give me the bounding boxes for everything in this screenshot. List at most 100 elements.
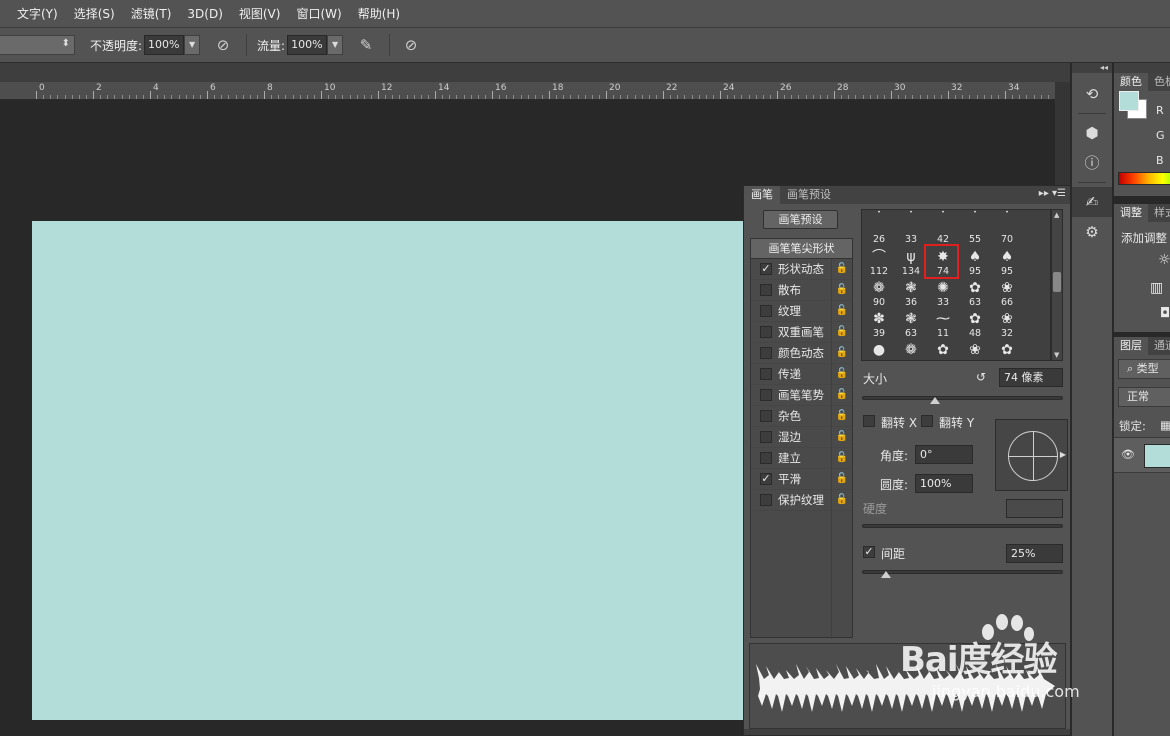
tab-brush[interactable]: 画笔: [744, 186, 780, 204]
opacity-dropdown[interactable]: ▼: [184, 35, 201, 55]
brush-setting-checkbox[interactable]: [760, 284, 772, 296]
size-slider[interactable]: [862, 396, 1063, 400]
brush-tip-cell[interactable]: ♠ 95: [959, 248, 991, 279]
menu-item[interactable]: 3D(D): [187, 7, 222, 21]
scroll-down-icon[interactable]: ▼: [1054, 351, 1059, 359]
brush-tip-cell[interactable]: •: [991, 210, 1023, 235]
menu-item[interactable]: 文字(Y): [17, 5, 58, 22]
brush-setting-checkbox[interactable]: ✓: [760, 473, 772, 485]
brush-tip-cell[interactable]: •: [863, 210, 895, 235]
brush-tip-grid[interactable]: ••••••26•33✦42✦55✦70⌒112ψ134✸74♠95♠95❁90…: [861, 209, 1051, 361]
lock-transparent-icon[interactable]: ▦: [1160, 418, 1170, 432]
scroll-up-icon[interactable]: ▲: [1054, 211, 1059, 219]
color-spectrum[interactable]: [1118, 172, 1170, 185]
menu-item[interactable]: 窗口(W): [296, 5, 341, 22]
levels-icon[interactable]: ▥: [1150, 280, 1163, 296]
tip-grid-scrollbar[interactable]: ▲ ▼: [1051, 209, 1063, 361]
reset-size-icon[interactable]: ↺: [976, 370, 986, 384]
layer-filter-search[interactable]: ⌕ 类型: [1118, 359, 1170, 379]
angle-roundness-widget[interactable]: ▶: [995, 419, 1068, 491]
brush-tip-cell[interactable]: ✿: [927, 341, 959, 360]
tab-styles[interactable]: 样式: [1148, 204, 1170, 222]
flip-x-checkbox[interactable]: [863, 415, 875, 427]
menu-item[interactable]: 帮助(H): [358, 5, 400, 22]
lock-icon[interactable]: 🔓: [836, 347, 848, 358]
lock-icon[interactable]: 🔓: [836, 473, 848, 484]
menu-item[interactable]: 视图(V): [239, 5, 281, 22]
brush-setting-row[interactable]: ✓ 形状动态 🔓: [751, 259, 852, 280]
lock-icon[interactable]: 🔓: [836, 389, 848, 400]
lock-icon[interactable]: 🔓: [836, 452, 848, 463]
brush-tip-cell[interactable]: ❃ 63: [895, 310, 927, 341]
lock-icon[interactable]: 🔓: [836, 431, 848, 442]
scroll-thumb[interactable]: [1053, 272, 1061, 292]
brush-setting-row[interactable]: ✓ 平滑 🔓: [751, 469, 852, 490]
brush-tip-cell[interactable]: ❁: [895, 341, 927, 360]
brush-tip-cell[interactable]: ❃ 36: [895, 279, 927, 310]
spacing-checkbox[interactable]: ✓: [863, 546, 875, 558]
blend-mode-select[interactable]: 正常: [1118, 387, 1170, 407]
brush-setting-checkbox[interactable]: [760, 347, 772, 359]
history-icon[interactable]: ⟲: [1072, 79, 1112, 109]
brush-setting-row[interactable]: 双重画笔 🔓: [751, 322, 852, 343]
brush-setting-row[interactable]: 颜色动态 🔓: [751, 343, 852, 364]
spacing-slider[interactable]: [862, 570, 1063, 574]
brush-tip-cell[interactable]: •: [895, 210, 927, 235]
brush-tip-cell[interactable]: ❀ 66: [991, 279, 1023, 310]
brightness-icon[interactable]: ☼: [1158, 252, 1170, 268]
brush-tip-cell[interactable]: ✿ 48: [959, 310, 991, 341]
brush-setting-row[interactable]: 画笔笔势 🔓: [751, 385, 852, 406]
brush-setting-checkbox[interactable]: [760, 410, 772, 422]
flow-dropdown[interactable]: ▼: [327, 35, 344, 55]
brush-tip-shape-item[interactable]: 画笔笔尖形状: [751, 239, 852, 259]
tab-brush-presets[interactable]: 画笔预设: [780, 186, 838, 204]
spacing-input[interactable]: 25%: [1006, 544, 1063, 563]
brush-tip-cell[interactable]: ♠ 95: [991, 248, 1023, 279]
brush-tip-cell[interactable]: ✿: [991, 341, 1023, 360]
brush-panel-icon[interactable]: ✍: [1072, 187, 1112, 217]
horizontal-ruler[interactable]: 0 2 4 6 8 10 12 14 16 18 20 22 24 26 28 30 32 34: [0, 82, 1056, 100]
foreground-color-swatch[interactable]: [1119, 91, 1139, 111]
panel-menu-icon[interactable]: ▸▸ ▾☰: [1039, 188, 1066, 199]
brush-setting-checkbox[interactable]: [760, 452, 772, 464]
tool-preset-picker[interactable]: [0, 35, 75, 55]
lock-icon[interactable]: 🔓: [836, 410, 848, 421]
pressure-opacity-icon[interactable]: ⊘: [212, 34, 234, 56]
tab-color[interactable]: 颜色: [1114, 73, 1148, 91]
brush-tip-cell[interactable]: ❁ 90: [863, 279, 895, 310]
airbrush-icon[interactable]: ✎: [355, 34, 377, 56]
brush-setting-row[interactable]: 纹理 🔓: [751, 301, 852, 322]
brush-tip-cell[interactable]: ✿ 63: [959, 279, 991, 310]
brush-setting-checkbox[interactable]: ✓: [760, 263, 772, 275]
brush-tip-cell[interactable]: ψ 134: [895, 248, 927, 279]
brush-setting-row[interactable]: 传递 🔓: [751, 364, 852, 385]
brush-tip-cell[interactable]: ✺ 33: [927, 279, 959, 310]
brush-tip-cell[interactable]: •: [927, 210, 959, 235]
menu-item[interactable]: 选择(S): [74, 5, 115, 22]
brush-tip-cell[interactable]: ✽ 39: [863, 310, 895, 341]
brush-setting-checkbox[interactable]: [760, 326, 772, 338]
brush-tip-cell[interactable]: ❀: [959, 341, 991, 360]
brush-tip-cell[interactable]: ⁓ 11: [927, 310, 959, 341]
document-canvas[interactable]: [32, 221, 744, 720]
brush-setting-row[interactable]: 湿边 🔓: [751, 427, 852, 448]
brush-tip-cell[interactable]: ●: [863, 341, 895, 360]
angle-input[interactable]: 0°: [915, 445, 973, 464]
tab-channels[interactable]: 通道: [1148, 337, 1170, 355]
flip-y-checkbox[interactable]: [921, 415, 933, 427]
lock-icon[interactable]: 🔓: [836, 263, 848, 274]
brush-presets-button[interactable]: 画笔预设: [763, 210, 838, 229]
brush-setting-checkbox[interactable]: [760, 305, 772, 317]
collapse-icon[interactable]: ◂◂: [1072, 63, 1112, 73]
menu-item[interactable]: 滤镜(T): [131, 5, 172, 22]
brush-tip-cell[interactable]: ⌒ 112: [863, 248, 895, 279]
brush-setting-row[interactable]: 保护纹理 🔓: [751, 490, 852, 511]
brush-setting-row[interactable]: 散布 🔓: [751, 280, 852, 301]
pressure-size-icon[interactable]: ⊘: [400, 34, 422, 56]
brush-tip-cell[interactable]: ✸ 74: [927, 248, 959, 279]
clone-source-icon[interactable]: ⚙: [1072, 217, 1112, 247]
brush-setting-checkbox[interactable]: [760, 368, 772, 380]
lock-icon[interactable]: 🔓: [836, 326, 848, 337]
layer-row[interactable]: 👁: [1114, 437, 1170, 473]
tab-adjustments[interactable]: 调整: [1114, 204, 1148, 222]
